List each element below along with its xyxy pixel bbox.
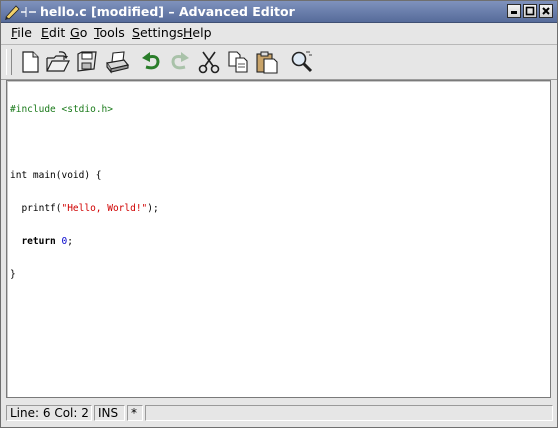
copy-button[interactable] xyxy=(225,49,251,75)
menu-file[interactable]: File xyxy=(11,25,32,41)
menu-settings[interactable]: Settings xyxy=(132,25,183,41)
closing-brace: } xyxy=(10,269,16,280)
cut-button[interactable] xyxy=(196,49,222,75)
undo-icon xyxy=(142,52,160,70)
open-folder-icon xyxy=(46,51,70,72)
find-magnifier-icon xyxy=(291,51,313,73)
redo-icon xyxy=(171,52,189,70)
return-value: 0 xyxy=(61,236,68,247)
toolbar xyxy=(1,45,557,80)
return-keyword: return xyxy=(21,236,56,247)
code-line: printf("Hello, World!"); xyxy=(10,203,159,214)
save-disk-icon xyxy=(77,51,97,72)
print-icon xyxy=(105,51,130,74)
toolbar-grip-handle[interactable] xyxy=(6,49,12,75)
cut-scissors-icon xyxy=(198,51,220,74)
maximize-icon xyxy=(525,6,535,16)
modified-indicator: * xyxy=(127,405,143,421)
printf-open: printf( xyxy=(10,203,62,214)
menu-tools[interactable]: Tools xyxy=(94,25,125,41)
new-document-button[interactable] xyxy=(17,49,43,75)
redo-button[interactable] xyxy=(167,49,193,75)
undo-button[interactable] xyxy=(138,49,164,75)
include-header: <stdio.h> xyxy=(61,104,113,115)
print-button[interactable] xyxy=(104,49,130,75)
code-line: #include <stdio.h> xyxy=(10,104,159,115)
maximize-button[interactable] xyxy=(523,4,537,18)
code-line: return 0; xyxy=(21,236,73,247)
printf-close: ); xyxy=(147,203,159,214)
close-button[interactable] xyxy=(539,4,553,18)
title-bar[interactable]: hello.c [modified] – Advanced Editor xyxy=(1,1,557,23)
open-file-button[interactable] xyxy=(45,49,71,75)
window-title: hello.c [modified] – Advanced Editor xyxy=(40,4,295,19)
pen-app-icon[interactable] xyxy=(4,3,38,20)
copy-icon xyxy=(228,51,248,73)
menu-bar: File Edit Go Tools Settings Help xyxy=(1,23,557,43)
string-literal: "Hello, World!" xyxy=(61,203,148,214)
paste-icon xyxy=(256,51,278,74)
menu-go[interactable]: Go xyxy=(70,25,87,41)
status-bar: Line: 6 Col: 2 INS * xyxy=(1,403,557,425)
find-button[interactable] xyxy=(288,49,314,75)
save-button[interactable] xyxy=(74,49,100,75)
code-content[interactable]: #include <stdio.h> int main(void) { prin… xyxy=(10,82,159,302)
cursor-position: Line: 6 Col: 2 xyxy=(6,405,92,421)
code-line: int main(void) { xyxy=(10,170,159,181)
close-icon xyxy=(542,7,550,15)
insert-mode-indicator[interactable]: INS xyxy=(94,405,125,421)
menu-help[interactable]: Help xyxy=(183,25,212,41)
text-editor-area[interactable]: #include <stdio.h> int main(void) { prin… xyxy=(6,80,551,398)
menu-edit[interactable]: Edit xyxy=(41,25,65,41)
minimize-button[interactable] xyxy=(507,4,521,18)
minimize-icon xyxy=(511,11,517,14)
status-message xyxy=(145,405,553,421)
new-document-icon xyxy=(22,51,39,73)
editor-window: hello.c [modified] – Advanced Editor Fil… xyxy=(0,0,558,428)
paste-button[interactable] xyxy=(254,49,280,75)
include-directive: #include xyxy=(10,104,56,115)
main-signature: int main(void) { xyxy=(10,170,102,181)
code-line: } xyxy=(10,269,159,280)
